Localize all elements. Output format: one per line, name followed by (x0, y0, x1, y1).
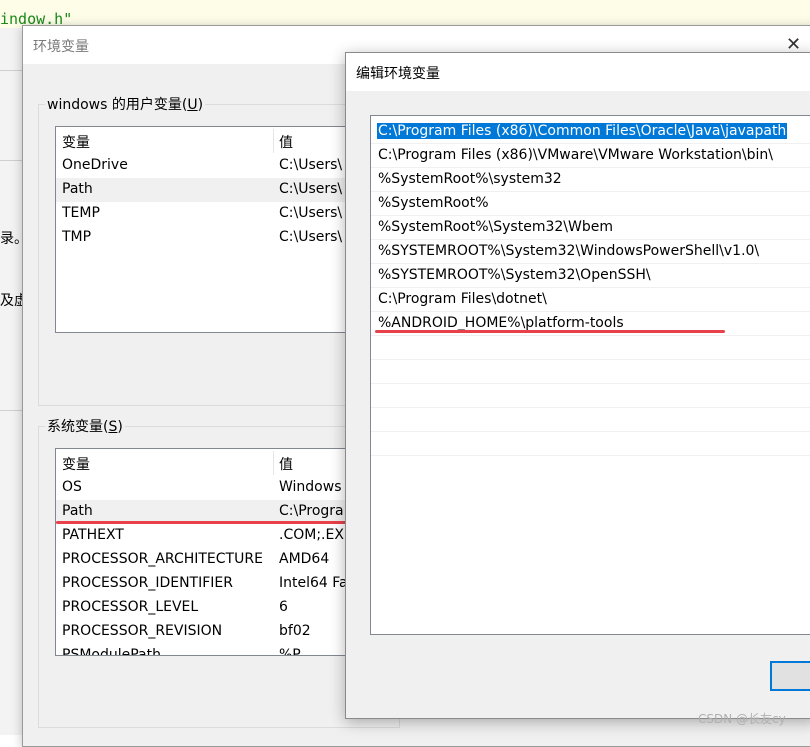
path-entry-text: %SystemRoot%\system32 (378, 171, 562, 187)
list-row[interactable]: PROCESSOR_LEVEL 6 (56, 596, 376, 620)
path-entry-text: %SYSTEMROOT%\System32\WindowsPowerShell\… (378, 243, 760, 259)
dialog-action-button[interactable] (770, 661, 810, 691)
red-underline-annotation (56, 521, 354, 524)
background-divider (0, 70, 22, 71)
variable-name: Path (62, 181, 93, 197)
path-entry-text: %SYSTEMROOT%\System32\OpenSSH\ (378, 267, 651, 283)
variable-name: TMP (62, 229, 92, 245)
system-variables-label: 系统变量(S) (45, 416, 125, 436)
watermark: CSDN @长友cy (698, 712, 786, 726)
list-row[interactable]: PATHEXT .COM;.EX (56, 524, 376, 548)
variable-name: PATHEXT (62, 527, 124, 543)
dialog-title: 编辑环境变量 (356, 66, 440, 82)
background-window-strip (0, 28, 23, 735)
path-entry-selected[interactable]: C:\Program Files (x86)\Common Files\Orac… (371, 120, 810, 144)
list-row[interactable]: TMP C:\Users\ (56, 226, 376, 250)
background-divider (0, 160, 22, 161)
dialog-title: 环境变量 (33, 39, 89, 55)
path-entry[interactable]: %SystemRoot%\System32\Wbem (371, 216, 810, 240)
user-variables-list[interactable]: 变量 值 OneDrive C:\Users\ Path C:\Users\ T… (55, 126, 377, 333)
path-entry[interactable]: C:\Program Files (x86)\VMware\VMware Wor… (371, 144, 810, 168)
variable-name: PROCESSOR_LEVEL (62, 599, 199, 615)
path-entry-text: C:\Program Files (x86)\Common Files\Orac… (377, 123, 788, 139)
path-entry-empty[interactable] (371, 432, 810, 456)
path-entry-text: %ANDROID_HOME%\platform-tools (378, 315, 624, 331)
red-underline-annotation (375, 330, 725, 333)
variable-name: TEMP (62, 205, 100, 221)
list-row[interactable]: PROCESSOR_ARCHITECTURE AMD64 (56, 548, 376, 572)
variable-name: OneDrive (62, 157, 128, 173)
variable-name: PROCESSOR_IDENTIFIER (62, 575, 233, 591)
list-row[interactable]: OS Windows (56, 476, 376, 500)
path-entries-list[interactable]: C:\Program Files (x86)\Common Files\Orac… (370, 115, 810, 635)
background-editor: indow.h" (0, 0, 810, 28)
dialog-titlebar: 编辑环境变量 (346, 53, 810, 91)
path-entry[interactable]: %SystemRoot% (371, 192, 810, 216)
list-row[interactable]: TEMP C:\Users\ (56, 202, 376, 226)
variable-name: PSModulePath (62, 647, 161, 656)
edit-environment-variable-dialog: 编辑环境变量 C:\Program Files (x86)\Common Fil… (345, 52, 810, 719)
variable-name: OS (62, 479, 82, 495)
list-row-selected[interactable]: Path C:\Users\ (56, 178, 376, 202)
path-entry-empty[interactable] (371, 384, 810, 408)
path-entry[interactable]: C:\Program Files\dotnet\ (371, 288, 810, 312)
column-header-variable[interactable]: 变量 (62, 454, 270, 474)
path-entry[interactable]: %SYSTEMROOT%\System32\WindowsPowerShell\… (371, 240, 810, 264)
path-entry[interactable]: %SystemRoot%\system32 (371, 168, 810, 192)
path-entry-empty[interactable] (371, 336, 810, 360)
path-entry-text: C:\Program Files\dotnet\ (378, 291, 547, 307)
path-entry-empty[interactable] (371, 408, 810, 432)
list-row[interactable]: PSModulePath %P (56, 644, 376, 656)
variable-name: PROCESSOR_ARCHITECTURE (62, 551, 263, 567)
path-entry-empty[interactable] (371, 360, 810, 384)
path-entry-text: %SystemRoot% (378, 195, 489, 211)
variable-name: Path (62, 503, 93, 519)
user-variables-label: windows 的用户变量(U) (45, 94, 206, 114)
list-header: 变量 值 (56, 451, 376, 475)
list-row[interactable]: PROCESSOR_REVISION bf02 (56, 620, 376, 644)
background-divider (0, 410, 22, 411)
list-row[interactable]: OneDrive C:\Users\ (56, 154, 376, 178)
path-entry[interactable]: %SYSTEMROOT%\System32\OpenSSH\ (371, 264, 810, 288)
list-row[interactable]: PROCESSOR_IDENTIFIER Intel64 Fa (56, 572, 376, 596)
system-variables-list[interactable]: 变量 值 OS Windows Path C:\Progra PATHEXT .… (55, 448, 377, 656)
column-header-variable[interactable]: 变量 (62, 132, 270, 152)
path-entry-text: %SystemRoot%\System32\Wbem (378, 219, 613, 235)
variable-name: PROCESSOR_REVISION (62, 623, 223, 639)
path-entry-text: C:\Program Files (x86)\VMware\VMware Wor… (378, 147, 774, 163)
list-header: 变量 值 (56, 129, 376, 153)
